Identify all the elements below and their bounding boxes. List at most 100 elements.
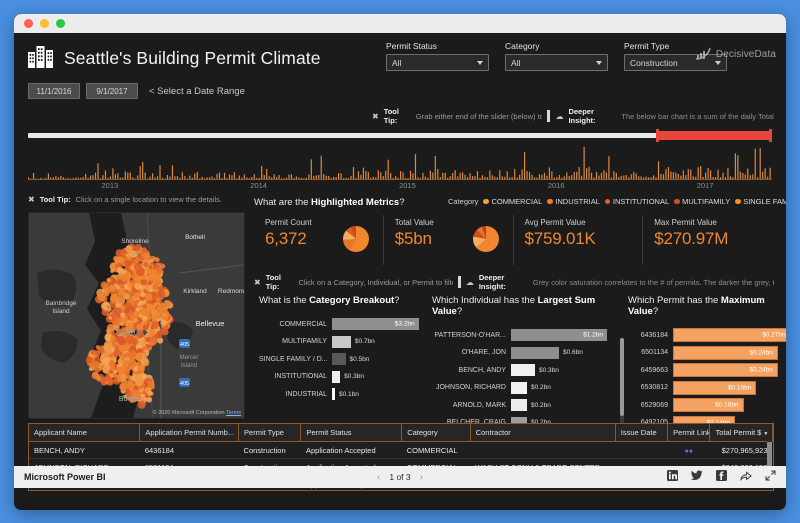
- timeline-handle-right[interactable]: [769, 129, 772, 142]
- bar-value-label: $0.5bn: [349, 355, 370, 363]
- table-column-header[interactable]: Permit Link: [667, 424, 711, 442]
- table-column-header[interactable]: Application Permit Numb...: [139, 424, 240, 442]
- insight-text: The below bar chart is a sum of the dail…: [621, 111, 776, 121]
- bar-segment[interactable]: [511, 381, 527, 394]
- tooltip-strip-middle: ✖ Tool Tip: Click on a Category, Individ…: [254, 273, 774, 291]
- bar-row[interactable]: 6529069 $0.16bn: [628, 398, 786, 412]
- table-row[interactable]: BENCH, ANDY 6436184 Construction Applicatio…: [29, 441, 773, 459]
- fullscreen-icon[interactable]: [765, 468, 776, 486]
- bar-category-label: MULTIFAMILY: [282, 338, 327, 345]
- bar-segment[interactable]: $0.16bn: [673, 398, 744, 412]
- slicer-category: Category All: [505, 41, 608, 71]
- bar-value-label: $0.27bn: [762, 331, 786, 339]
- slicer-dropdown[interactable]: All: [505, 54, 608, 71]
- map-visual[interactable]: Shoreline Bothell Kirkland Redmond Bainb…: [28, 212, 245, 419]
- kpi-card-total-value[interactable]: Total Value $5bn: [384, 215, 514, 265]
- bar-segment[interactable]: $3.2bn: [332, 318, 419, 330]
- legend-item[interactable]: INDUSTRIAL: [547, 197, 600, 206]
- bar-row[interactable]: 6530812 $0.19bn: [628, 380, 786, 395]
- svg-text:405: 405: [180, 342, 189, 348]
- table-column-header[interactable]: Permit Type: [238, 424, 302, 442]
- table-column-header[interactable]: Contractor: [470, 424, 616, 442]
- minimize-icon[interactable]: [40, 19, 49, 28]
- date-to-field[interactable]: 9/1/2017: [86, 83, 138, 99]
- bar-segment[interactable]: $0.24bn: [673, 363, 778, 377]
- svg-text:405: 405: [180, 381, 189, 387]
- bar-category-label: SINGLE FAMILY / D...: [259, 355, 327, 363]
- legend-item[interactable]: COMMERCIAL: [483, 197, 542, 206]
- bar-segment[interactable]: [332, 388, 335, 400]
- kpi-card-max-permit-value[interactable]: Max Permit Value $270.97M: [643, 215, 772, 265]
- twitter-icon[interactable]: [690, 468, 703, 486]
- table-column-header[interactable]: Category: [401, 424, 471, 442]
- kpi-card-row: Permit Count 6,372 Total Value $5bn Avg …: [254, 215, 772, 265]
- bar-row[interactable]: BENCH, ANDY $0.3bn: [432, 363, 620, 377]
- bar-category-label: 6436184: [640, 331, 668, 339]
- kpi-card-avg-permit-value[interactable]: Avg Permit Value $759.01K: [514, 215, 644, 265]
- permit-link-cell[interactable]: ●●: [667, 441, 710, 459]
- tooltip-icon: ✖: [254, 277, 261, 287]
- table-cell-total: $270,965,923: [709, 441, 773, 459]
- kpi-label: Avg Permit Value: [524, 218, 586, 227]
- table-column-header[interactable]: Applicant Name: [29, 424, 141, 442]
- share-icon[interactable]: [740, 468, 752, 486]
- tooltip-divider: [547, 110, 551, 122]
- bar-row[interactable]: SINGLE FAMILY / D... $0.5bn: [259, 352, 424, 366]
- close-icon[interactable]: [24, 19, 33, 28]
- bar-segment[interactable]: $0.19bn: [673, 380, 757, 395]
- kpi-label: Permit Count: [265, 218, 312, 227]
- previous-page-icon[interactable]: ‹: [377, 472, 380, 483]
- timeline-handle-left[interactable]: [655, 129, 659, 142]
- chart-category-breakout: What is the Category Breakout? COMMERCIA…: [259, 295, 424, 405]
- bar-row[interactable]: COMMERCIAL $3.2bn: [259, 317, 424, 331]
- date-from-field[interactable]: 11/1/2016: [28, 83, 80, 99]
- linkedin-icon[interactable]: [667, 468, 678, 486]
- bar-row[interactable]: JOHNSON, RICHARD $0.2bn: [432, 381, 620, 395]
- bar-segment[interactable]: $0.24bn: [673, 345, 778, 360]
- bar-segment[interactable]: [511, 364, 535, 376]
- bar-row[interactable]: PATTERSON-O'HAR... $1.2bn: [432, 328, 620, 342]
- next-page-icon[interactable]: ›: [420, 472, 423, 483]
- map-canvas[interactable]: Shoreline Bothell Kirkland Redmond Bainb…: [29, 213, 244, 418]
- bar-segment[interactable]: [332, 335, 351, 348]
- bar-segment[interactable]: $0.27bn: [673, 328, 786, 342]
- bar-row[interactable]: ARNOLD, MARK $0.2bn: [432, 398, 620, 412]
- timeline-filter[interactable]: 2013 2014 2015 2016 2017: [28, 129, 772, 191]
- bar-segment[interactable]: [332, 370, 341, 383]
- svg-text:Bothell: Bothell: [185, 234, 205, 241]
- bar-value-label: $0.7bn: [354, 338, 375, 345]
- table-column-header[interactable]: Total Permit $ ▼: [709, 424, 773, 442]
- legend-item[interactable]: SINGLE FAMILY / DUPLEX: [735, 197, 786, 206]
- bar-segment[interactable]: [511, 399, 527, 411]
- map-terms-link[interactable]: Terms: [226, 410, 241, 416]
- bar-row[interactable]: O'HARE, JON $0.6bn: [432, 346, 620, 360]
- bar-row[interactable]: MULTIFAMILY $0.7bn: [259, 335, 424, 349]
- bar-value-label: $0.19bn: [727, 384, 752, 391]
- chart-scrollbar-thumb[interactable]: [620, 338, 624, 416]
- kpi-card-permit-count[interactable]: Permit Count 6,372: [254, 215, 384, 265]
- table-column-header[interactable]: Issue Date: [615, 424, 669, 442]
- bar-segment[interactable]: $1.2bn: [511, 329, 607, 341]
- bar-segment[interactable]: [511, 346, 559, 359]
- legend-item-label: COMMERCIAL: [491, 197, 543, 206]
- slicer-dropdown[interactable]: All: [386, 54, 489, 71]
- facebook-icon[interactable]: [716, 468, 727, 486]
- bar-track: $0.2bn: [511, 399, 620, 411]
- bar-category-label: 6459663: [640, 366, 668, 374]
- legend-item[interactable]: MULTIFAMILY: [674, 197, 730, 206]
- timeline-selection[interactable]: [656, 131, 772, 140]
- timeline-track[interactable]: [28, 129, 772, 142]
- bar-row[interactable]: 6436184 $0.27bn: [628, 328, 786, 342]
- legend-item[interactable]: INSTITUTIONAL: [604, 197, 669, 206]
- permit-link-icon[interactable]: ●●: [685, 448, 693, 455]
- maximize-icon[interactable]: [56, 19, 65, 28]
- bar-row[interactable]: 6501134 $0.24bn: [628, 345, 786, 360]
- bar-row[interactable]: INDUSTRIAL $0.1bn: [259, 387, 424, 401]
- chart-title: What is the Category Breakout?: [259, 295, 424, 306]
- bar-row[interactable]: 6459663 $0.24bn: [628, 363, 786, 377]
- svg-text:Bellevue: Bellevue: [196, 319, 225, 328]
- bar-segment[interactable]: [332, 353, 346, 365]
- table-column-header[interactable]: Permit Status: [300, 424, 403, 442]
- svg-text:Burien: Burien: [119, 396, 139, 403]
- bar-row[interactable]: INSTITUTIONAL $0.3bn: [259, 370, 424, 384]
